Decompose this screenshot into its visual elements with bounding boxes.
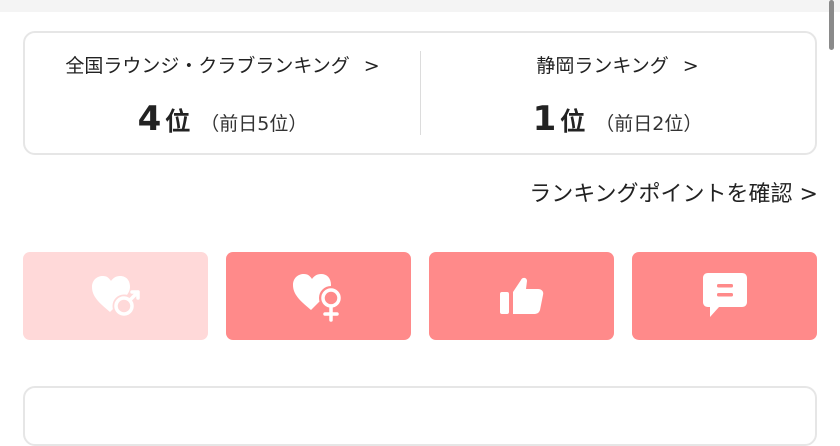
national-ranking-value: 4 位 （前日5位）: [25, 99, 420, 139]
comment-button[interactable]: [632, 252, 817, 340]
regional-ranking[interactable]: 静岡ランキング > 1 位 （前日2位）: [420, 33, 815, 153]
regional-rank-unit: 位: [560, 107, 586, 136]
national-ranking-title[interactable]: 全国ラウンジ・クラブランキング >: [25, 51, 420, 78]
chevron-right-icon: >: [363, 55, 380, 77]
regional-ranking-value: 1 位 （前日2位）: [420, 99, 815, 139]
comment-icon: [702, 273, 747, 317]
ranking-points-link[interactable]: ランキングポイントを確認 >: [529, 176, 818, 208]
heart-female-icon: [292, 274, 343, 322]
national-rank-previous: （前日5位）: [200, 113, 308, 135]
national-ranking-label: 全国ラウンジ・クラブランキング: [65, 55, 350, 77]
like-male-button[interactable]: [23, 252, 208, 340]
national-ranking[interactable]: 全国ラウンジ・クラブランキング > 4 位 （前日5位）: [25, 33, 420, 153]
good-button[interactable]: [429, 252, 614, 340]
next-section-card: [23, 386, 817, 446]
like-female-button[interactable]: [226, 252, 411, 340]
regional-ranking-label: 静岡ランキング: [536, 55, 669, 77]
chevron-right-icon: >: [682, 55, 699, 77]
top-bar: [0, 0, 840, 12]
national-rank-unit: 位: [165, 107, 191, 136]
regional-rank-number: 1: [532, 99, 557, 139]
regional-rank-previous: （前日2位）: [595, 113, 703, 135]
scrollbar[interactable]: [829, 0, 834, 50]
thumbs-up-icon: [499, 277, 543, 314]
heart-male-icon: [91, 276, 140, 318]
ranking-card: 全国ラウンジ・クラブランキング > 4 位（前日5位） 静岡ランキング > 1 位（前日…: [23, 31, 817, 155]
national-rank-number: 4: [137, 99, 162, 139]
regional-ranking-title[interactable]: 静岡ランキング >: [420, 51, 815, 78]
